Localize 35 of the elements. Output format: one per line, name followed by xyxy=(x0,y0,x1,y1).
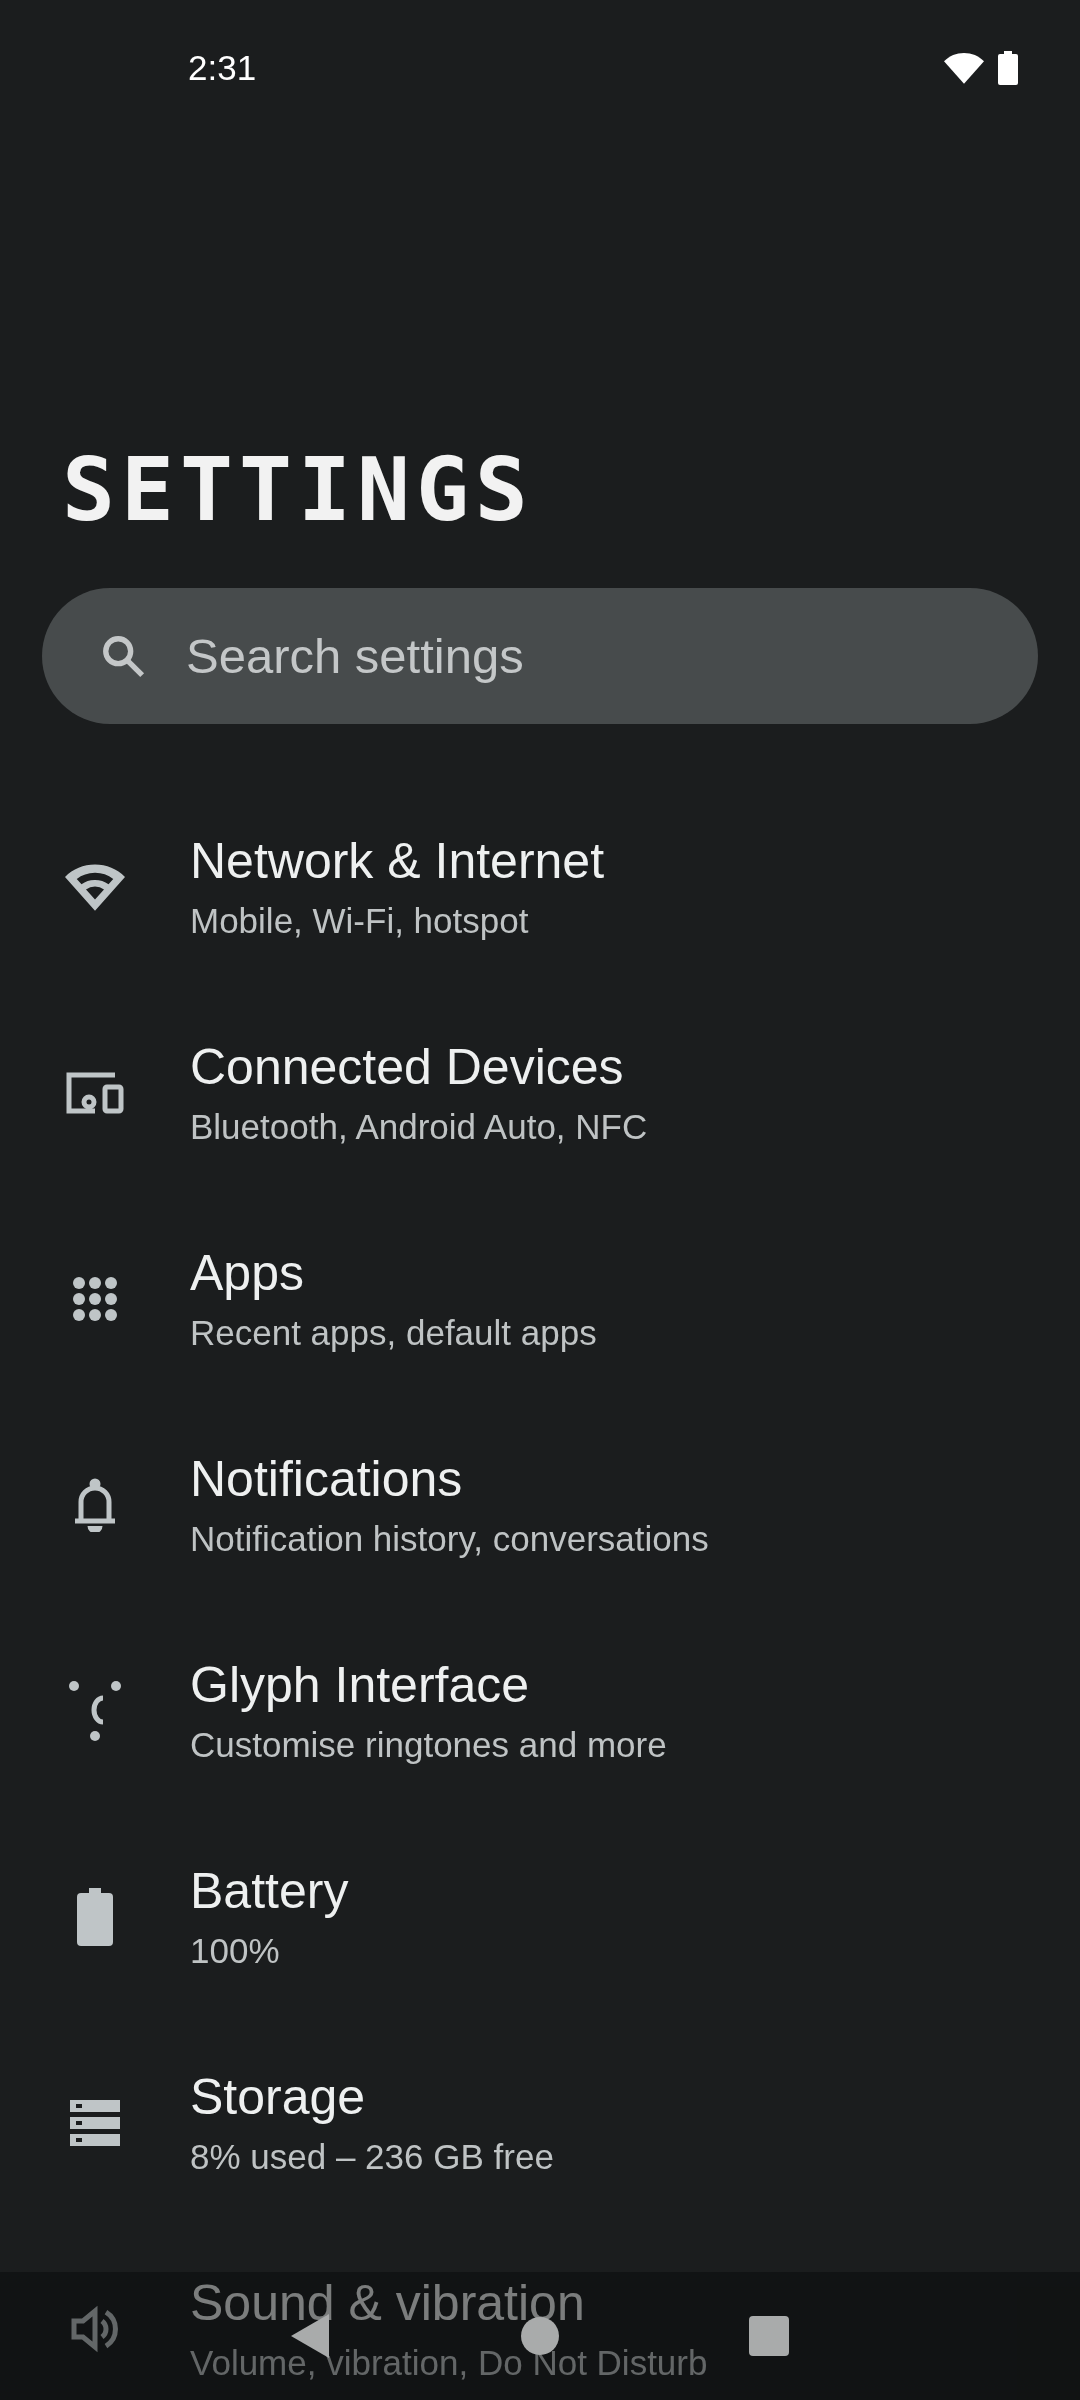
item-title: Notifications xyxy=(190,1450,464,1509)
grid-icon xyxy=(72,1276,118,1322)
wifi-icon xyxy=(65,863,125,911)
item-subtitle: 8% used – 236 GB free xyxy=(190,2136,554,2178)
settings-item[interactable]: Storage 8% used – 236 GB free xyxy=(0,2020,1080,2226)
item-title: Battery xyxy=(190,1862,349,1921)
settings-item[interactable]: Network & Internet Mobile, Wi-Fi, hotspot xyxy=(0,784,1080,990)
battery-status-icon xyxy=(998,51,1018,85)
item-title: Network & Internet xyxy=(190,832,605,891)
settings-item[interactable]: Sound & vibration Volume, vibration, Do Not Disturb xyxy=(0,2226,1080,2400)
item-subtitle: Volume, vibration, Do Not Disturb xyxy=(190,2342,708,2384)
search-icon xyxy=(100,633,146,679)
speaker-icon xyxy=(70,2304,120,2354)
settings-item[interactable]: Connected Devices Bluetooth, Android Auto, NFC xyxy=(0,990,1080,1196)
wifi-signal-icon xyxy=(944,52,984,84)
item-subtitle: Mobile, Wi-Fi, hotspot xyxy=(190,900,530,942)
settings-item[interactable]: Apps Recent apps, default apps xyxy=(0,1196,1080,1402)
item-subtitle: Customise ringtones and more xyxy=(190,1724,667,1766)
settings-item[interactable]: Battery 100% xyxy=(0,1814,1080,2020)
item-title: Storage xyxy=(190,2068,367,2127)
item-title: Glyph Interface xyxy=(190,1656,531,1715)
status-time: 2:31 xyxy=(188,48,257,88)
settings-item[interactable]: Glyph Interface Customise ringtones and more xyxy=(0,1608,1080,1814)
bell-icon xyxy=(73,1478,117,1532)
settings-item[interactable]: Notifications Notification history, conversations xyxy=(0,1402,1080,1608)
battery-icon xyxy=(77,1888,113,1946)
item-subtitle: Notification history, conversations xyxy=(190,1518,709,1560)
item-title: Apps xyxy=(190,1244,305,1303)
item-subtitle: Recent apps, default apps xyxy=(190,1312,597,1354)
item-title: Sound & vibration xyxy=(190,2274,586,2333)
storage-icon xyxy=(70,2100,120,2146)
item-title: Connected Devices xyxy=(190,1038,625,1097)
item-subtitle: Bluetooth, Android Auto, NFC xyxy=(190,1106,648,1148)
page-title: SETTINGS xyxy=(62,440,534,540)
item-subtitle: 100% xyxy=(190,1930,281,1972)
